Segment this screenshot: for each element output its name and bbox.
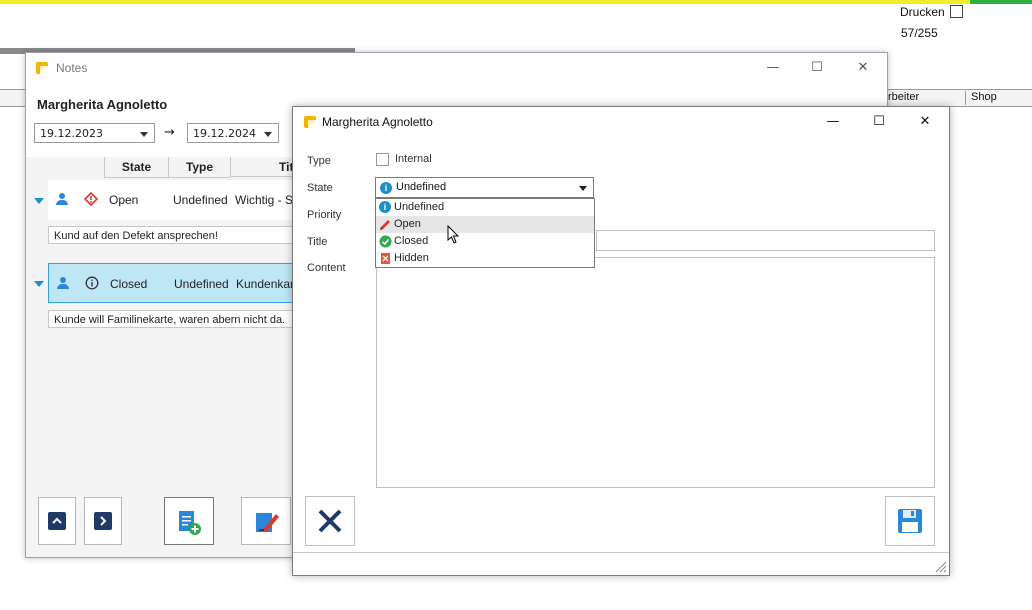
top-accent-bar xyxy=(0,0,1032,4)
state-select[interactable]: i Undefined xyxy=(375,177,594,198)
info-icon: i xyxy=(380,182,392,194)
print-checkbox[interactable] xyxy=(950,5,963,18)
row-title: Wichtig - Sc xyxy=(235,193,300,207)
row-type: Undefined xyxy=(174,277,229,291)
state-select-value: Undefined xyxy=(396,181,447,193)
edit-document-icon xyxy=(256,513,279,532)
warning-diamond-icon xyxy=(84,192,98,206)
save-button[interactable] xyxy=(885,496,935,546)
close-x-icon xyxy=(318,509,342,533)
date-to-value: 19.12.2024 xyxy=(193,127,256,140)
state-option-hidden[interactable]: Hidden xyxy=(376,250,594,267)
notes-window-title: Notes xyxy=(56,61,88,75)
internal-checkbox[interactable] xyxy=(376,153,389,166)
column-header-type[interactable]: Type xyxy=(168,157,230,178)
row-comment: Kund auf den Defekt ansprechen! xyxy=(48,226,296,244)
state-label: State xyxy=(307,182,333,194)
pencil-icon xyxy=(380,220,390,230)
move-next-button[interactable] xyxy=(84,497,122,545)
dialog-title: Margherita Agnoletto xyxy=(322,115,433,129)
content-textarea[interactable] xyxy=(376,257,935,488)
check-circle-icon xyxy=(379,235,392,248)
note-icon xyxy=(304,116,316,128)
minimize-icon[interactable]: — xyxy=(758,59,788,77)
edit-note-button[interactable] xyxy=(241,497,291,545)
person-icon xyxy=(56,193,68,205)
content-label: Content xyxy=(307,262,346,274)
top-accent-bar-green xyxy=(970,0,1032,4)
background-column-worker: rbeiter xyxy=(888,91,920,103)
row-title: Kundenkart xyxy=(236,277,298,291)
state-option-open[interactable]: Open xyxy=(376,216,594,233)
move-up-button[interactable] xyxy=(38,497,76,545)
floppy-disk-icon xyxy=(898,509,922,533)
date-from-value: 19.12.2023 xyxy=(40,127,103,140)
cancel-button[interactable] xyxy=(305,496,355,546)
close-icon[interactable]: ✕ xyxy=(848,59,878,77)
column-header-state[interactable]: State xyxy=(104,157,168,178)
person-icon xyxy=(57,277,69,289)
add-note-button[interactable] xyxy=(164,497,214,545)
priority-label: Priority xyxy=(307,209,342,221)
title-input[interactable] xyxy=(596,230,935,251)
note-edit-dialog: Margherita Agnoletto — ☐ ✕ Type Internal… xyxy=(292,106,950,576)
state-option-closed[interactable]: Closed xyxy=(376,233,594,250)
arrow-right-icon: → xyxy=(164,125,175,140)
note-icon xyxy=(36,62,48,74)
minimize-icon[interactable]: — xyxy=(818,113,848,131)
maximize-icon[interactable]: ☐ xyxy=(864,113,894,131)
hidden-icon xyxy=(381,253,390,264)
row-state: Closed xyxy=(110,277,148,291)
state-dropdown-list: i Undefined Open Closed Hidden xyxy=(375,198,595,268)
dialog-titlebar[interactable]: Margherita Agnoletto — ☐ ✕ xyxy=(293,107,949,137)
row-comment: Kunde will Familinekarte, waren abern ni… xyxy=(48,310,296,328)
expand-icon[interactable] xyxy=(34,281,44,287)
state-option-undefined[interactable]: i Undefined xyxy=(376,199,594,216)
table-row[interactable]: Closed Undefined Kundenkart xyxy=(48,263,298,303)
expand-icon[interactable] xyxy=(34,198,44,204)
date-from-picker[interactable]: 19.12.2023 xyxy=(34,123,155,143)
customer-name: Margherita Agnoletto xyxy=(37,97,168,112)
resize-grip-icon[interactable] xyxy=(933,559,947,573)
title-label: Title xyxy=(307,236,328,248)
background-column-shop: Shop xyxy=(965,91,997,105)
chevron-down-icon xyxy=(579,186,587,191)
type-label: Type xyxy=(307,155,331,167)
table-row[interactable]: Open Undefined Wichtig - Sc xyxy=(48,180,300,220)
add-document-icon xyxy=(179,511,201,535)
info-circle-icon xyxy=(85,276,99,290)
row-state: Open xyxy=(109,193,139,207)
print-label: Drucken xyxy=(900,5,945,19)
date-to-picker[interactable]: 19.12.2024 xyxy=(187,123,279,143)
dialog-status-bar xyxy=(293,552,949,575)
close-icon[interactable]: ✕ xyxy=(910,113,940,131)
chevron-up-icon xyxy=(48,512,66,530)
chevron-down-icon xyxy=(140,132,148,137)
character-counter: 57/255 xyxy=(901,26,938,40)
chevron-right-icon xyxy=(94,512,112,530)
mouse-cursor-icon xyxy=(447,225,460,244)
column-header-title[interactable]: Titl xyxy=(230,157,297,177)
internal-label: Internal xyxy=(395,153,432,165)
info-icon: i xyxy=(379,201,391,213)
chevron-down-icon xyxy=(264,132,272,137)
notes-titlebar[interactable]: Notes — ☐ ✕ xyxy=(26,53,887,83)
row-type: Undefined xyxy=(173,193,228,207)
maximize-icon[interactable]: ☐ xyxy=(802,59,832,77)
